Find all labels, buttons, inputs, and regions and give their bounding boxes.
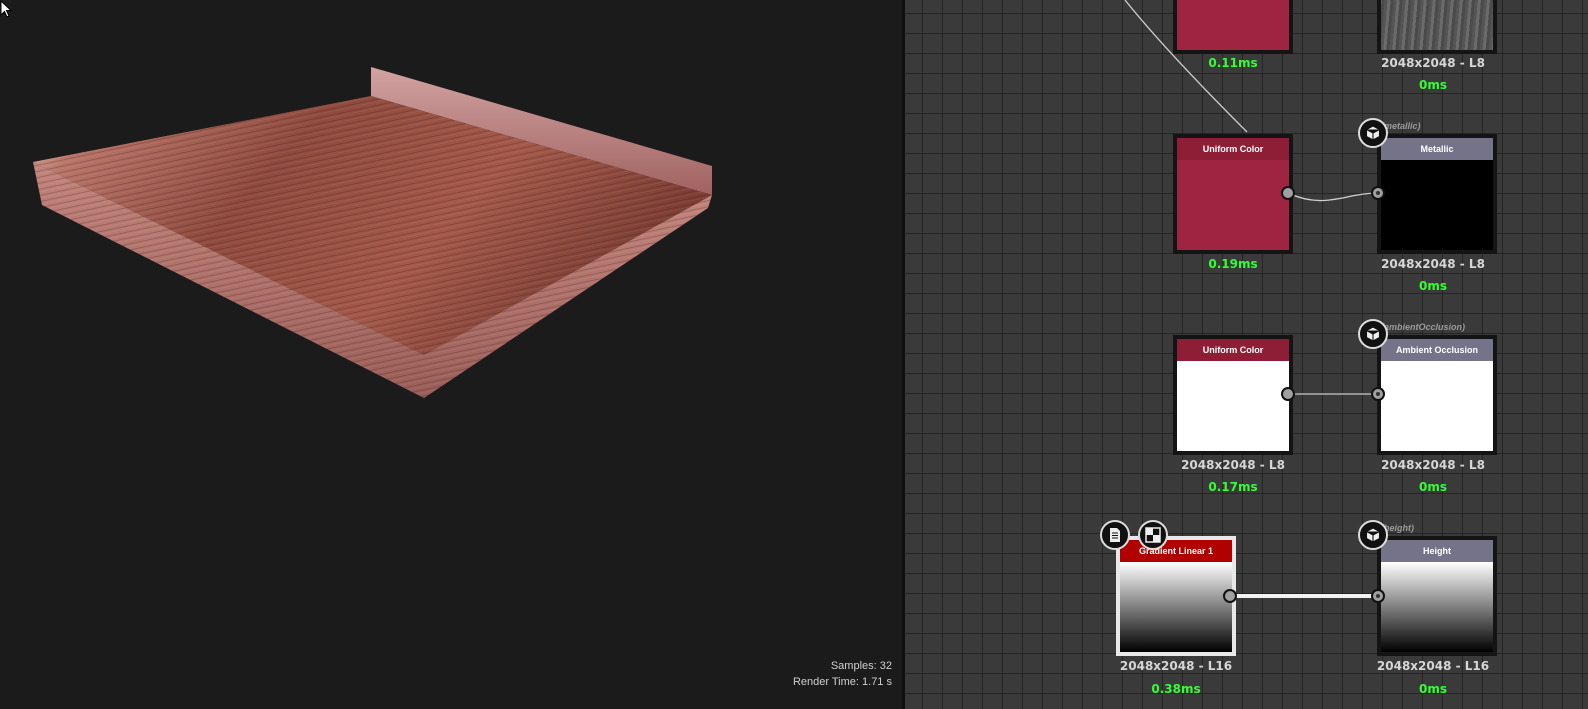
- node-title: Metallic: [1381, 138, 1493, 160]
- output-node-top[interactable]: [1377, 0, 1497, 54]
- node-graph-canvas[interactable]: 0.11ms 2048x2048 - L8 0ms Uniform Color …: [905, 0, 1588, 709]
- node-time-label: 0ms: [1419, 78, 1447, 92]
- metallic-output-node[interactable]: Metallic: [1377, 134, 1497, 254]
- output-port[interactable]: [1281, 186, 1295, 200]
- node-resolution-label: 2048x2048 - L8: [1381, 56, 1485, 70]
- node-thumbnail: [1381, 361, 1493, 451]
- node-time-label: 0.38ms: [1151, 682, 1201, 696]
- input-port[interactable]: [1371, 387, 1385, 401]
- node-thumbnail: [1177, 361, 1289, 451]
- node-thumbnail: [1177, 0, 1289, 50]
- node-resolution-label: 2048x2048 - L8: [1181, 458, 1285, 472]
- node-identifier: (ambientOcclusion): [1381, 322, 1466, 332]
- node-title: Height: [1381, 540, 1493, 562]
- document-icon[interactable]: [1100, 520, 1130, 550]
- checker-icon[interactable]: [1138, 520, 1168, 550]
- height-output-node[interactable]: Height: [1377, 536, 1497, 656]
- output-port[interactable]: [1223, 589, 1237, 603]
- 3d-viewport[interactable]: Samples: 32 Render Time: 1.71 s: [0, 0, 902, 709]
- cube-icon[interactable]: [1358, 319, 1388, 349]
- ambient-occlusion-output-node[interactable]: Ambient Occlusion: [1377, 335, 1497, 455]
- node-resolution-label: 2048x2048 - L8: [1381, 458, 1485, 472]
- node-thumbnail: [1120, 562, 1232, 652]
- node-time-label: 0.17ms: [1208, 480, 1258, 494]
- node-thumbnail: [1177, 160, 1289, 250]
- input-port[interactable]: [1371, 589, 1385, 603]
- samples-readout: Samples: 32: [830, 660, 892, 672]
- node-thumbnail: [1381, 562, 1493, 652]
- gradient-linear-node[interactable]: Gradient Linear 1: [1116, 536, 1236, 656]
- uniform-color-node-2[interactable]: Uniform Color: [1173, 335, 1293, 455]
- uniform-color-node-top[interactable]: [1173, 0, 1293, 54]
- node-title: Gradient Linear 1: [1120, 540, 1232, 562]
- cube-icon[interactable]: [1358, 520, 1388, 550]
- node-time-label: 0ms: [1419, 480, 1447, 494]
- node-title: Uniform Color: [1177, 339, 1289, 361]
- output-port[interactable]: [1281, 387, 1295, 401]
- node-time-label: 0.19ms: [1208, 257, 1258, 271]
- node-title: Uniform Color: [1177, 138, 1289, 160]
- node-resolution-label: 2048x2048 - L16: [1376, 659, 1490, 673]
- node-resolution-label: 2048x2048 - L16: [1119, 659, 1233, 673]
- node-title: Ambient Occlusion: [1381, 339, 1493, 361]
- node-time-label: 0.11ms: [1208, 56, 1258, 70]
- node-time-label: 0ms: [1419, 279, 1447, 293]
- input-port[interactable]: [1371, 186, 1385, 200]
- node-time-label: 0ms: [1419, 682, 1447, 696]
- node-thumbnail: [1381, 0, 1493, 50]
- wood-plank-3d-preview: [33, 67, 712, 398]
- node-resolution-label: 2048x2048 - L8: [1381, 257, 1485, 271]
- cube-icon[interactable]: [1358, 118, 1388, 148]
- node-thumbnail: [1381, 160, 1493, 250]
- uniform-color-node-1[interactable]: Uniform Color: [1173, 134, 1293, 254]
- render-time-readout: Render Time: 1.71 s: [792, 676, 892, 688]
